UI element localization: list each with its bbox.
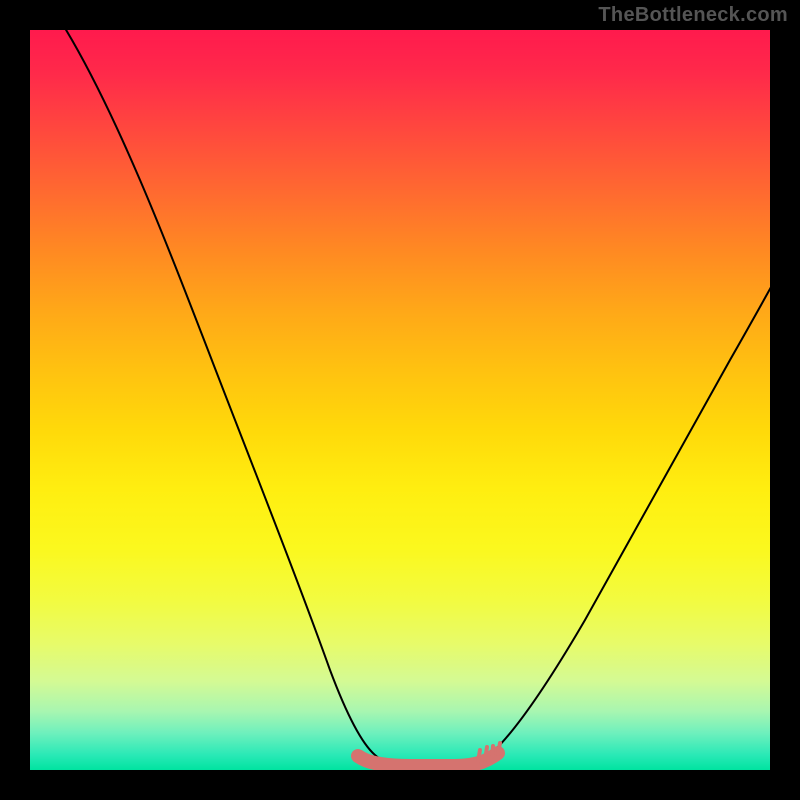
curve-layer (30, 30, 770, 770)
plot-area (30, 30, 770, 770)
chart-frame: TheBottleneck.com (0, 0, 800, 800)
bottleneck-curve (60, 30, 770, 764)
watermark-text: TheBottleneck.com (598, 4, 788, 27)
